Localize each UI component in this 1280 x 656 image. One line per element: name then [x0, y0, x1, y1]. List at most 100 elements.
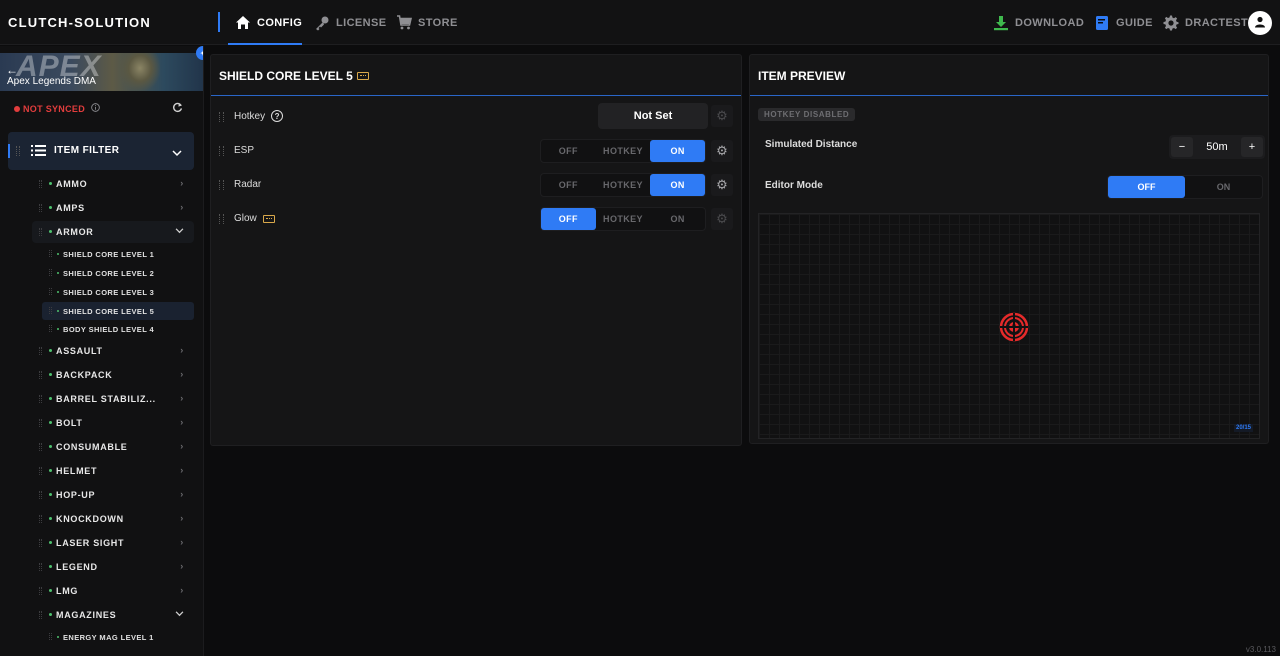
chevron-down-icon[interactable] — [172, 146, 182, 160]
sidebar-subitem-body-shield-4[interactable]: BODY SHIELD LEVEL 4 — [42, 320, 194, 338]
back-arrow-icon[interactable]: ← — [6, 63, 18, 77]
drag-handle-icon[interactable] — [39, 180, 42, 188]
nav-store[interactable]: STORE — [396, 0, 458, 45]
drag-handle-icon[interactable] — [39, 539, 42, 547]
radar-toggle[interactable]: OFF HOTKEY ON — [540, 173, 706, 197]
drag-handle-icon[interactable] — [39, 395, 42, 403]
radar-settings-gear-icon[interactable]: ⚙ — [711, 174, 733, 196]
help-icon[interactable]: ? — [271, 110, 284, 122]
glow-off-option[interactable]: OFF — [541, 208, 596, 230]
drag-handle-icon[interactable] — [39, 347, 42, 355]
drag-handle-icon[interactable] — [39, 587, 42, 595]
sidebar-item-magazines[interactable]: MAGAZINES — [32, 604, 194, 626]
chevron-right-icon: › — [180, 369, 184, 379]
glow-on-option[interactable]: ON — [650, 208, 705, 230]
sidebar-subitem-shield-core-5[interactable]: SHIELD CORE LEVEL 5 — [42, 302, 194, 320]
sidebar-item-knockdown[interactable]: KNOCKDOWN › — [32, 508, 194, 530]
distance-stepper[interactable]: − 50m + — [1169, 135, 1265, 159]
status-dot — [49, 541, 52, 544]
drag-handle-icon[interactable] — [219, 180, 224, 190]
drag-handle-icon[interactable] — [39, 611, 42, 619]
status-dot — [49, 182, 52, 185]
drag-handle-icon[interactable] — [49, 307, 52, 314]
brand-separator — [218, 12, 220, 32]
radar-off-option[interactable]: OFF — [541, 174, 596, 196]
drag-handle-icon[interactable] — [219, 112, 224, 122]
game-title: Apex Legends DMA — [7, 76, 96, 87]
drag-handle-icon[interactable] — [219, 146, 224, 156]
drag-handle-icon[interactable] — [49, 269, 52, 276]
account-settings-button[interactable]: DRACTEST — [1163, 0, 1248, 45]
sidebar-item-bolt[interactable]: BOLT › — [32, 412, 194, 434]
sidebar-item-assault[interactable]: ASSAULT › — [32, 340, 194, 362]
hotkey-settings-gear-icon[interactable]: ⚙ — [711, 105, 733, 127]
simulated-distance-label: Simulated Distance — [765, 139, 858, 150]
drag-handle-icon[interactable] — [39, 371, 42, 379]
esp-off-option[interactable]: OFF — [541, 140, 596, 162]
chevron-right-icon: › — [180, 465, 184, 475]
drag-handle-icon[interactable] — [219, 214, 224, 224]
editor-mode-toggle[interactable]: OFF ON — [1107, 175, 1263, 199]
sidebar-subitem-shield-core-1[interactable]: SHIELD CORE LEVEL 1 — [42, 245, 194, 263]
sidebar-item-consumable[interactable]: CONSUMABLE › — [32, 436, 194, 458]
drag-handle-icon[interactable] — [49, 288, 52, 295]
esp-on-option[interactable]: ON — [650, 140, 706, 162]
radar-on-option[interactable]: ON — [650, 174, 706, 196]
sidebar-item-legend[interactable]: LEGEND › — [32, 556, 194, 578]
sidebar-subitem-energy-mag-1[interactable]: ENERGY MAG LEVEL 1 — [42, 628, 194, 646]
esp-toggle[interactable]: OFF HOTKEY ON — [540, 139, 706, 163]
sidebar-item-laser-sight[interactable]: LASER SIGHT › — [32, 532, 194, 554]
home-icon — [235, 15, 251, 31]
status-dot — [49, 613, 52, 616]
glow-settings-gear-icon[interactable]: ⚙ — [711, 208, 733, 230]
drag-handle-icon[interactable] — [49, 325, 52, 332]
sidebar-item-hop-up[interactable]: HOP-UP › — [32, 484, 194, 506]
sidebar-item-lmg[interactable]: LMG › — [32, 580, 194, 602]
user-avatar[interactable] — [1248, 11, 1272, 35]
status-dot — [57, 253, 59, 255]
preview-canvas[interactable]: 20/15 — [758, 213, 1260, 439]
refresh-icon[interactable] — [172, 102, 183, 116]
drag-handle-icon[interactable] — [39, 419, 42, 427]
sidebar-item-amps[interactable]: AMPS › — [32, 197, 194, 219]
chevron-right-icon: › — [180, 513, 184, 523]
status-dot — [49, 230, 52, 233]
esp-settings-gear-icon[interactable]: ⚙ — [711, 140, 733, 162]
editor-mode-off-option[interactable]: OFF — [1108, 176, 1185, 198]
item-filter-header[interactable]: ITEM FILTER — [8, 132, 194, 170]
game-banner[interactable]: APEX ← Apex Legends DMA — [0, 53, 203, 91]
sidebar-item-ammo[interactable]: AMMO › — [32, 173, 194, 195]
drag-handle-icon[interactable] — [39, 228, 42, 236]
sidebar-item-backpack[interactable]: BACKPACK › — [32, 364, 194, 386]
glow-toggle[interactable]: OFF HOTKEY ON — [540, 207, 706, 231]
shield-core-marker-icon[interactable] — [999, 312, 1029, 342]
hotkey-set-button[interactable]: Not Set — [598, 103, 708, 129]
glow-hotkey-option[interactable]: HOTKEY — [596, 208, 651, 230]
info-icon[interactable] — [91, 103, 100, 114]
download-button[interactable]: DOWNLOAD — [993, 0, 1084, 45]
drag-handle-icon[interactable] — [39, 204, 42, 212]
drag-handle-icon[interactable] — [49, 250, 52, 257]
esp-hotkey-option[interactable]: HOTKEY — [596, 140, 651, 162]
sidebar-subitem-shield-core-3[interactable]: SHIELD CORE LEVEL 3 — [42, 283, 194, 301]
plus-icon[interactable]: + — [1241, 137, 1263, 157]
drag-handle-icon[interactable] — [16, 146, 20, 156]
drag-handle-icon[interactable] — [39, 563, 42, 571]
guide-button[interactable]: GUIDE — [1094, 0, 1153, 45]
drag-handle-icon[interactable] — [39, 467, 42, 475]
sidebar-item-barrel-stabilizer[interactable]: BARREL STABILIZ... › — [32, 388, 194, 410]
drag-handle-icon[interactable] — [39, 443, 42, 451]
drag-handle-icon[interactable] — [39, 491, 42, 499]
editor-mode-on-option[interactable]: ON — [1185, 176, 1262, 198]
pin-icon[interactable]: ✦ — [196, 46, 203, 60]
sidebar-item-helmet[interactable]: HELMET › — [32, 460, 194, 482]
sidebar-subitem-shield-core-2[interactable]: SHIELD CORE LEVEL 2 — [42, 264, 194, 282]
nav-config[interactable]: CONFIG — [235, 0, 302, 45]
sidebar-item-armor[interactable]: ARMOR — [32, 221, 194, 243]
drag-handle-icon[interactable] — [49, 633, 52, 640]
drag-handle-icon[interactable] — [39, 515, 42, 523]
radar-hotkey-option[interactable]: HOTKEY — [596, 174, 651, 196]
nav-license[interactable]: LICENSE — [314, 0, 386, 45]
sync-status-dot — [14, 105, 20, 112]
minus-icon[interactable]: − — [1171, 137, 1193, 157]
